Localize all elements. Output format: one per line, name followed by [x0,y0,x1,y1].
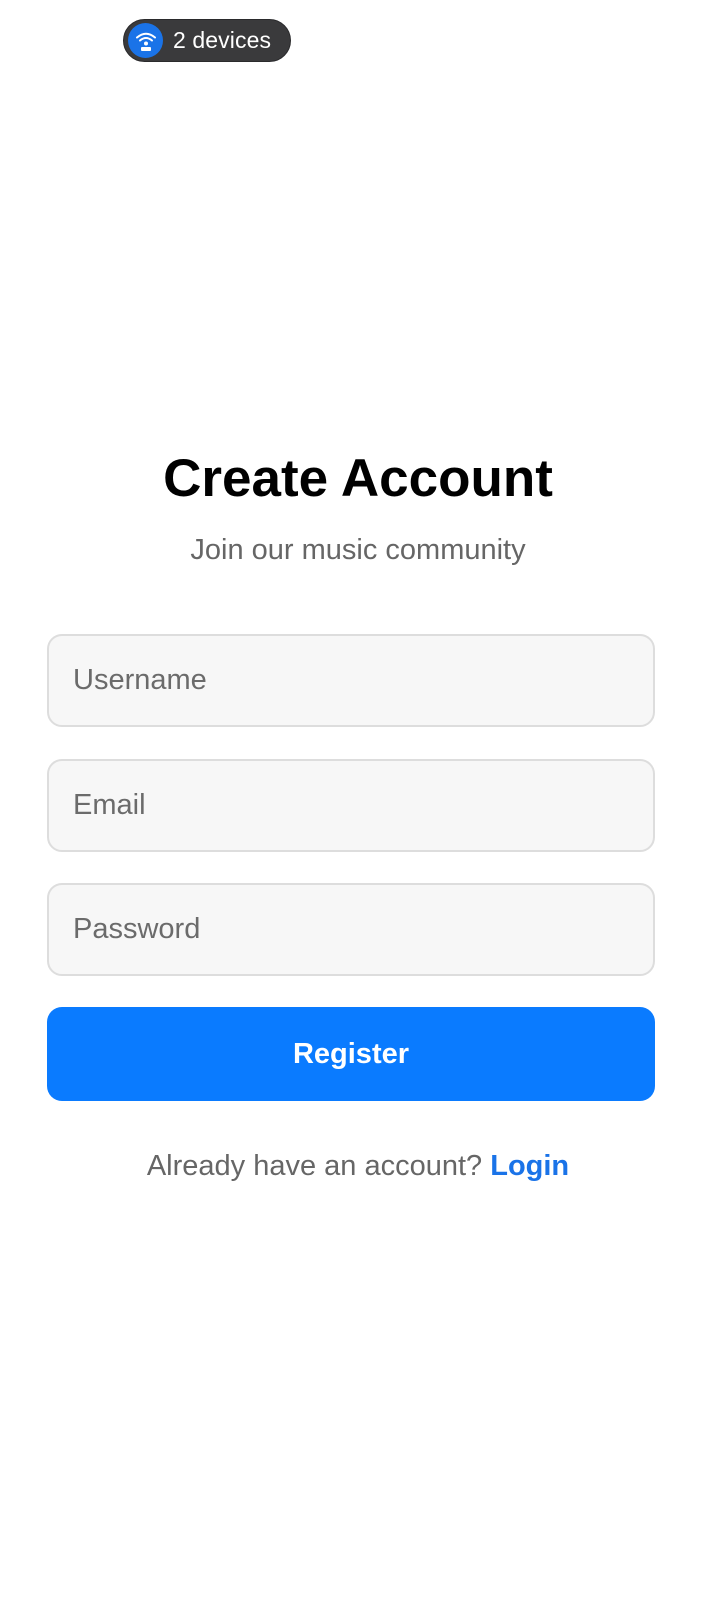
connected-devices-indicator[interactable]: 2 devices [123,19,291,62]
page-subtitle: Join our music community [190,534,526,566]
devices-count-label: 2 devices [173,27,272,53]
password-input[interactable] [47,883,655,976]
login-link[interactable]: Login [490,1150,569,1182]
register-button[interactable]: Register [47,1007,655,1101]
email-input[interactable] [47,759,655,852]
page-title: Create Account [163,449,553,508]
login-prompt: Already have an account? Login [0,1150,716,1183]
wifi-devices-icon [128,23,163,58]
username-input[interactable] [47,634,655,727]
login-prompt-text: Already have an account? [146,1150,491,1182]
